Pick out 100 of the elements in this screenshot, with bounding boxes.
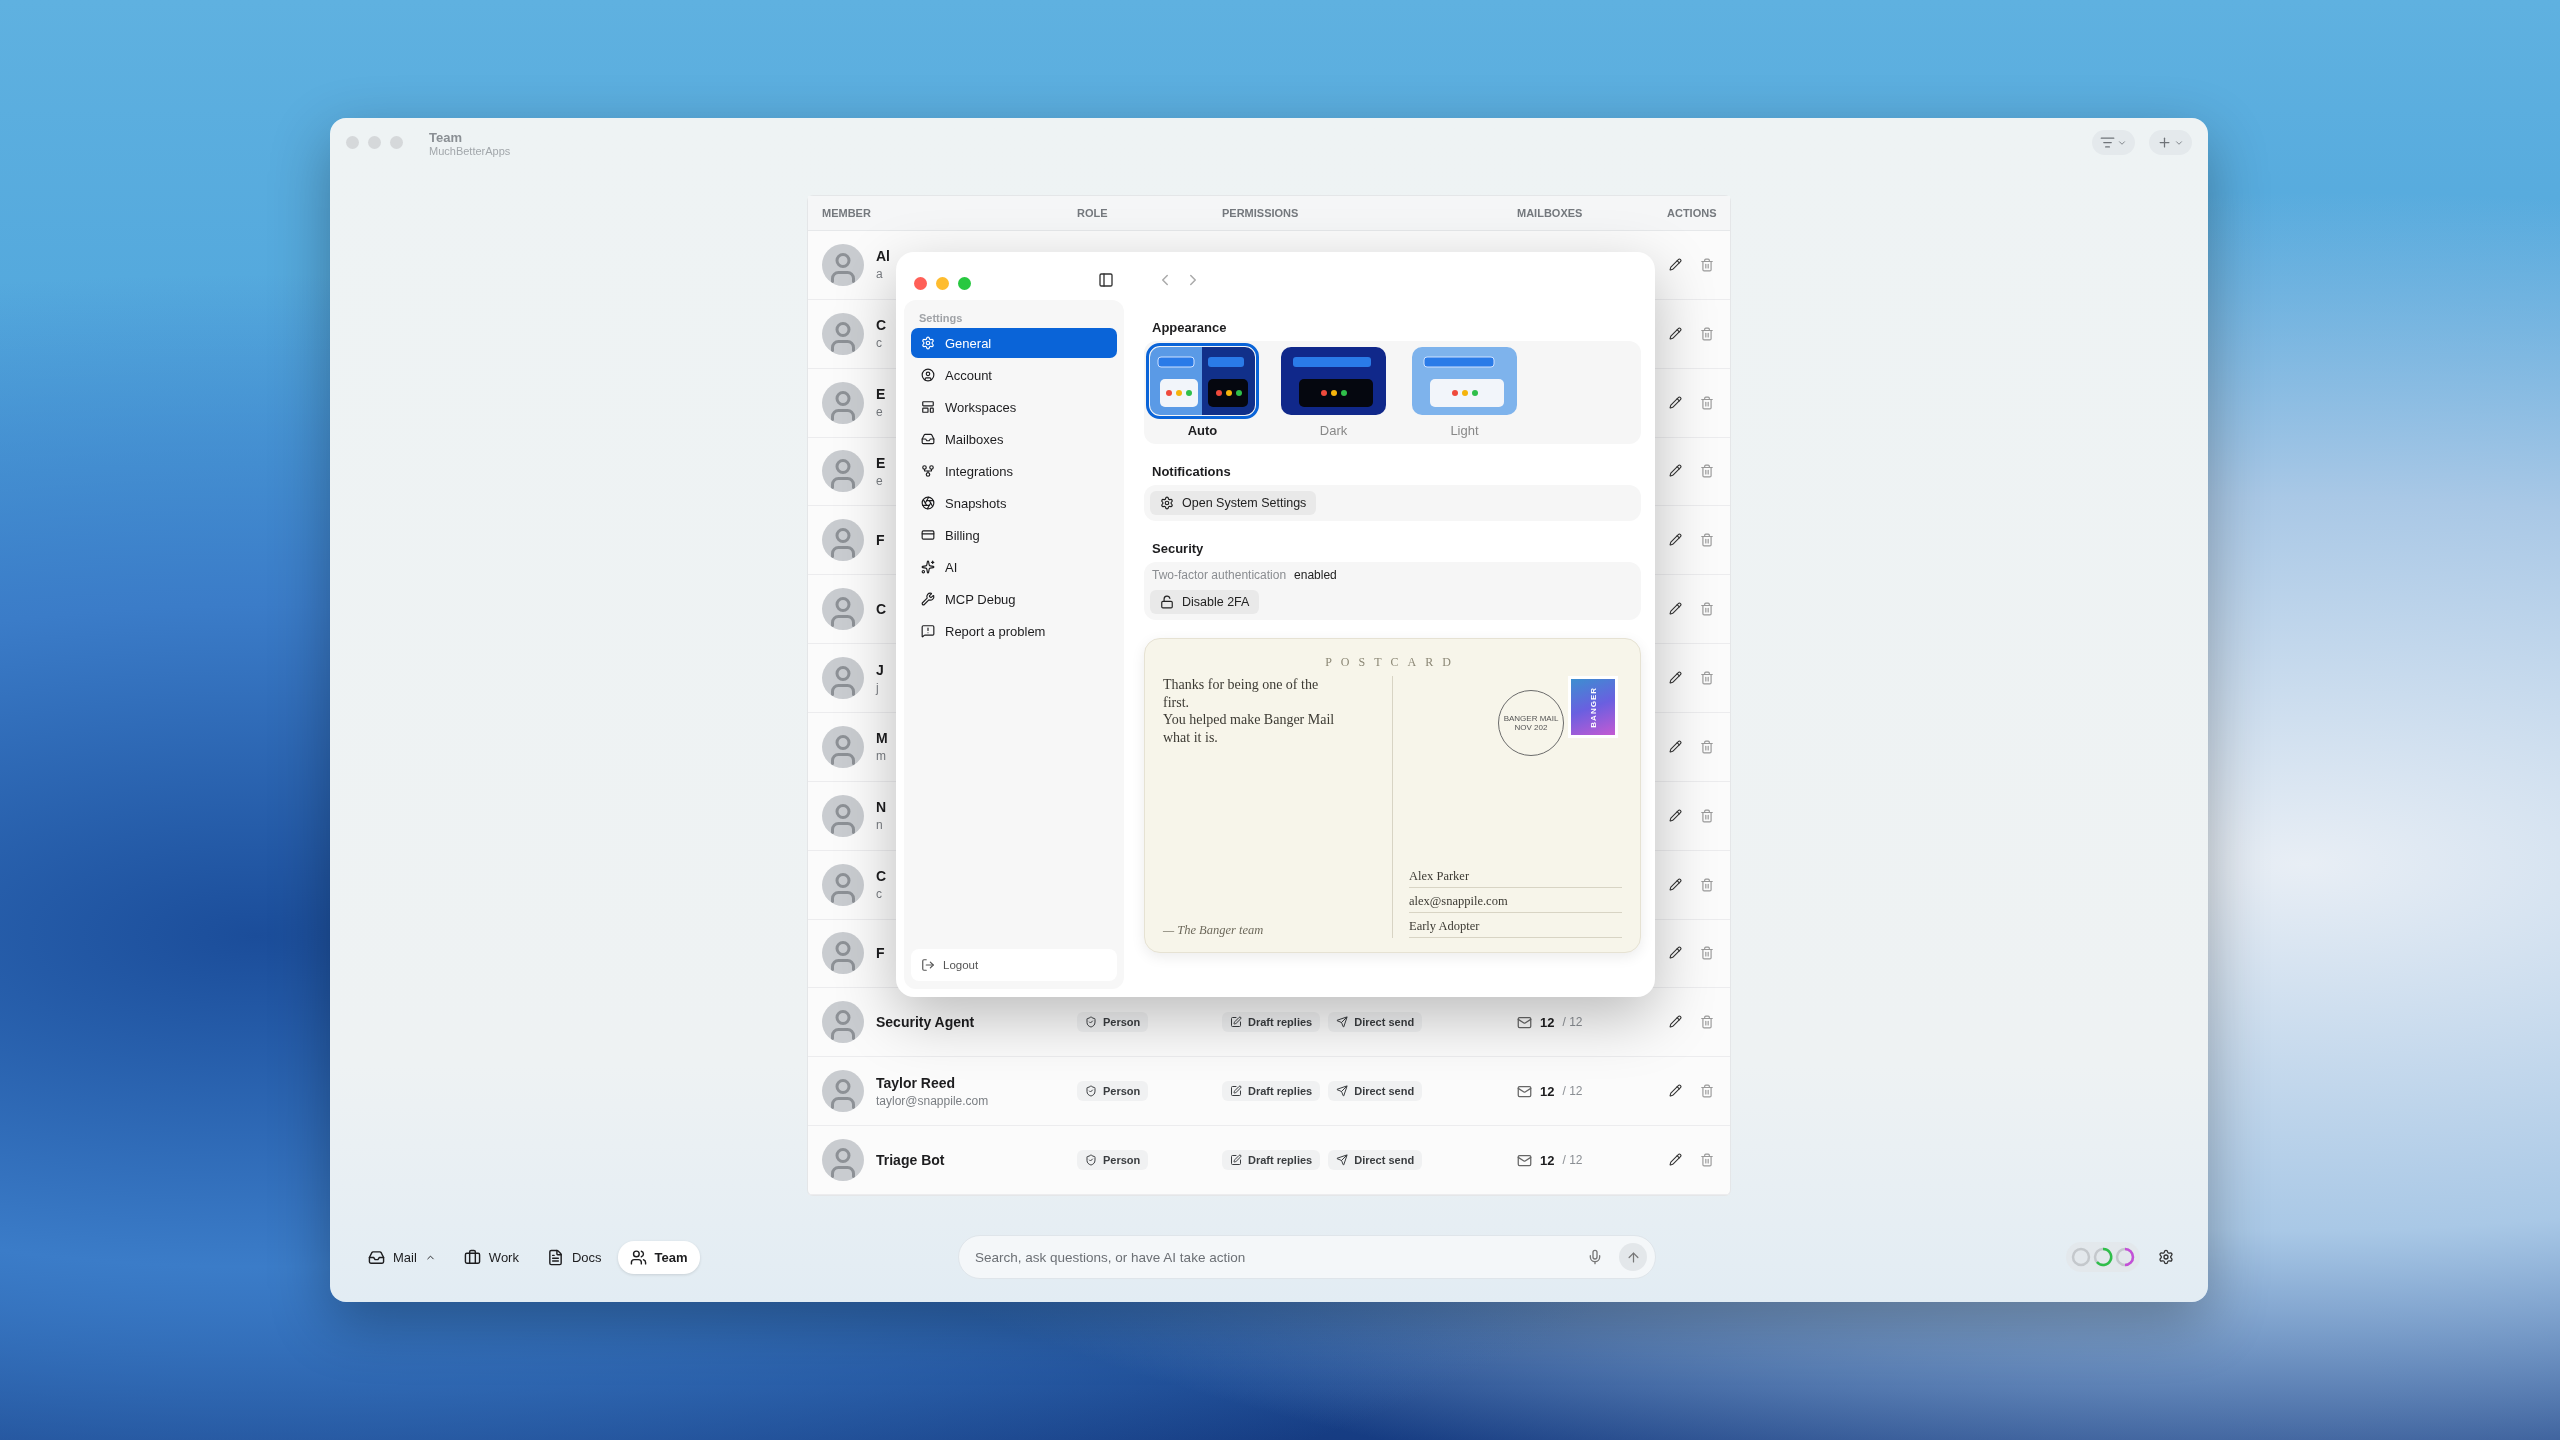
permission-badge: Direct send <box>1328 1012 1423 1033</box>
sidebar-toggle-button[interactable] <box>1096 270 1116 290</box>
sidebar-item[interactable]: Account <box>911 360 1117 390</box>
setting-value: enabled <box>1294 568 1337 582</box>
shield-icon <box>1085 1085 1097 1098</box>
gear-icon <box>921 336 935 350</box>
sidebar-item[interactable]: Workspaces <box>911 392 1117 422</box>
column-header: MEMBER <box>822 206 872 219</box>
sidebar-title: Settings <box>918 311 964 326</box>
logout-button[interactable]: Logout <box>911 949 1117 981</box>
credit-card-icon <box>921 528 935 542</box>
sidebar-item[interactable]: General <box>911 328 1117 358</box>
sidebar-icon <box>1098 272 1114 288</box>
trash-icon <box>1700 326 1714 341</box>
plus-icon <box>2157 135 2172 150</box>
envelope-icon <box>1517 1014 1532 1030</box>
search-input[interactable]: Search, ask questions, or have AI take action <box>973 1248 1571 1266</box>
filter-button[interactable] <box>2092 130 2135 155</box>
member-name: Taylor Reed <box>876 1074 957 1091</box>
address-line: Early Adopter <box>1409 913 1622 938</box>
inbox-icon <box>368 1248 385 1266</box>
edit-button[interactable] <box>1667 875 1684 894</box>
open-system-settings-button[interactable]: Open System Settings <box>1150 491 1317 515</box>
pencil-icon <box>1669 464 1682 478</box>
sidebar-item[interactable]: AI <box>911 552 1117 582</box>
close-button[interactable] <box>914 276 927 290</box>
column-header: PERMISSIONS <box>1222 206 1300 219</box>
member-email: taylor@snappile.com <box>876 1093 989 1108</box>
docs-tab[interactable]: Docs <box>534 1240 614 1274</box>
member-name: C <box>876 868 887 885</box>
edit-button[interactable] <box>1667 737 1684 756</box>
send-button[interactable] <box>1619 1243 1647 1271</box>
address-line: Alex Parker <box>1409 863 1622 888</box>
member-name: F <box>876 532 885 549</box>
minimize-button[interactable] <box>936 276 949 290</box>
pen-square-icon <box>1230 1154 1242 1167</box>
trash-icon <box>1700 533 1714 548</box>
sidebar-item[interactable]: MCP Debug <box>911 584 1117 614</box>
sidebar-item[interactable]: Billing <box>911 520 1117 550</box>
setting-label: Two-factor authentication <box>1152 568 1287 582</box>
edit-button[interactable] <box>1667 806 1684 825</box>
work-tab[interactable]: Work <box>451 1240 531 1274</box>
member-name: F <box>876 945 885 962</box>
unlocked-padlock-icon <box>1160 595 1174 609</box>
settings-icon <box>2158 1248 2174 1266</box>
logout-icon <box>921 958 935 972</box>
aperture-icon <box>921 496 935 510</box>
disable-2fa-button[interactable]: Disable 2FA <box>1150 590 1260 614</box>
briefcase-icon <box>463 1248 481 1266</box>
mailbox-total: / 12 <box>1562 1153 1583 1168</box>
trash-icon <box>1700 808 1714 823</box>
edit-button[interactable] <box>1667 393 1684 412</box>
permission-badge: Draft replies <box>1222 1081 1321 1102</box>
wrench-icon <box>921 592 935 606</box>
mailbox-count: 12 <box>1540 1083 1555 1099</box>
send-icon <box>1336 1016 1349 1029</box>
edit-button[interactable] <box>1667 255 1684 274</box>
postcard-title: POSTCARD <box>1325 655 1460 670</box>
mailbox-total: / 12 <box>1562 1084 1583 1099</box>
trash-icon <box>1700 1015 1714 1030</box>
sidebar-item[interactable]: Snapshots <box>911 488 1117 518</box>
permission-badge: Draft replies <box>1222 1012 1321 1033</box>
pencil-icon <box>1669 1015 1682 1029</box>
edit-button[interactable] <box>1667 324 1684 343</box>
pencil-icon <box>1669 946 1682 960</box>
sparkles-icon <box>921 560 935 574</box>
team-tab[interactable]: Team <box>617 1240 700 1274</box>
permission-badge: Direct send <box>1328 1081 1423 1102</box>
pencil-icon <box>1669 877 1682 891</box>
envelope-icon <box>1517 1152 1532 1168</box>
member-name: Triage Bot <box>876 1152 945 1169</box>
shield-icon <box>1085 1016 1097 1029</box>
pencil-icon <box>1669 257 1682 271</box>
member-name: C <box>876 601 887 618</box>
section-heading: Appearance <box>1151 320 1228 335</box>
sidebar-item[interactable]: Integrations <box>911 456 1117 486</box>
edit-button[interactable] <box>1667 669 1684 687</box>
pencil-icon <box>1669 602 1682 616</box>
zoom-button[interactable] <box>958 276 971 290</box>
pencil-icon <box>1669 1084 1682 1098</box>
pencil-icon <box>1669 808 1682 822</box>
search-field[interactable]: Search, ask questions, or have AI take action <box>958 1235 1656 1279</box>
permission-badge: Draft replies <box>1222 1150 1321 1171</box>
member-email: e <box>876 473 884 488</box>
sidebar-item[interactable]: Report a problem <box>911 616 1117 646</box>
filter-icon <box>2100 135 2115 150</box>
delete-button[interactable] <box>1698 669 1716 687</box>
add-button[interactable] <box>2149 130 2192 155</box>
stamp: BANGER <box>1568 676 1618 738</box>
column-header: ROLE <box>1077 206 1109 219</box>
mailbox-count: 12 <box>1540 1014 1555 1030</box>
sidebar-item[interactable]: Mailboxes <box>911 424 1117 454</box>
mailbox-count: 12 <box>1540 1152 1555 1168</box>
trash-icon <box>1700 602 1714 617</box>
theme-option[interactable]: Auto <box>1150 347 1255 438</box>
mail-tab[interactable]: Mail <box>356 1240 448 1274</box>
member-name: Security Agent <box>876 1014 975 1031</box>
pencil-icon <box>1669 671 1682 684</box>
section-heading: Notifications <box>1151 464 1232 479</box>
people-icon <box>629 1248 647 1266</box>
